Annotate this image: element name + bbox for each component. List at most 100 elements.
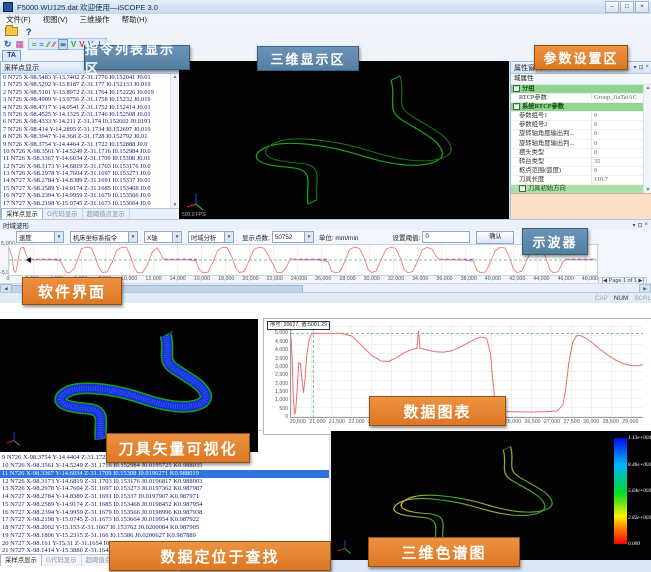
confirm-button[interactable]: 确认 xyxy=(476,231,514,244)
property-group-row[interactable]: −系统RTCP参数 xyxy=(511,103,644,112)
signal-blue-icon[interactable]: ≈ xyxy=(39,40,43,49)
palette-icon[interactable]: ▦ xyxy=(16,39,25,49)
menu-3d-ops[interactable]: 三维操作 xyxy=(80,14,110,25)
locate-list-row[interactable]: 14 N727 X-98.2784 Y-14.8389 Z-31.1691 I0… xyxy=(0,493,330,501)
points-count-select[interactable]: 50752▼ xyxy=(272,231,314,243)
sample-point-row[interactable]: 7 N726 X-98.414 Y-14.2895 Z-31.1734 I0.1… xyxy=(1,126,171,133)
property-value[interactable]: 0 xyxy=(592,140,644,148)
tab-0[interactable]: 采样点显示 xyxy=(0,554,42,566)
open-file-icon[interactable] xyxy=(5,27,18,36)
scope-cursor-icon[interactable] xyxy=(26,257,31,263)
hatch-red-icon[interactable]: ∕∕ xyxy=(53,40,56,49)
minimize-button[interactable]: – xyxy=(605,1,619,13)
property-row[interactable]: 参数组号20 xyxy=(511,121,644,130)
scroll-up-icon[interactable]: ▲ xyxy=(646,85,651,91)
property-row[interactable]: 枢点范围(弧度)0 xyxy=(511,167,644,176)
pin-icon[interactable]: ⊡ xyxy=(638,64,643,71)
view3d-main[interactable]: 500.0 FPS xyxy=(179,61,509,219)
locate-list-row[interactable]: 18 N727 X-98.2002 Y-15.153 Z-31.1667 I0.… xyxy=(0,524,330,532)
property-scrollbar[interactable]: ▲ ▼ xyxy=(643,85,651,193)
sample-list-scrollbar[interactable]: ▲ ▼ xyxy=(170,74,179,208)
sample-point-row[interactable]: 8 N726 X-98.3947 Y-14.368 Z-31.1728 I0.1… xyxy=(1,133,171,140)
locate-list-row[interactable]: 13 N726 X-98.2978 Y-14.7604 Z-31.1697 I0… xyxy=(0,485,330,493)
menu-help[interactable]: 帮助(H) xyxy=(122,14,147,25)
close-icon[interactable]: × xyxy=(644,222,648,229)
analysis-mode-select[interactable]: 时域分析▼ xyxy=(188,231,234,243)
property-row[interactable]: RTCP参数Group_JiaTaiAC xyxy=(511,94,644,103)
axis-tick-label: 2,000 xyxy=(275,381,288,387)
locate-list-row[interactable]: 12 N726 X-98.3173 Y-14.6819 Z-31.1703 I0… xyxy=(0,478,330,486)
scroll-down-icon[interactable]: ▼ xyxy=(173,202,178,208)
locate-list-row[interactable]: 15 N727 X-98.2589 Y-14.9174 Z-31.1685 I0… xyxy=(0,501,330,509)
axis-select[interactable]: X轴▼ xyxy=(144,231,182,243)
locate-list-row[interactable]: 10 N726 X-98.3561 Y-14.5249 Z-31.1716 I0… xyxy=(0,462,330,470)
scroll-down-icon[interactable]: ▼ xyxy=(646,187,651,193)
property-row[interactable]: 旋转轴角度输出判...0 xyxy=(511,140,644,149)
sample-point-row[interactable]: 11 N726 X-98.3367 Y-14.6034 Z-31.1709 I0… xyxy=(1,155,171,162)
locate-list-row[interactable]: 19 N727 X-98.1806 Y-15.2315 Z-31.166 I0.… xyxy=(0,532,330,540)
axis-tick-label: 18,000 xyxy=(218,276,234,282)
property-value[interactable]: 0 xyxy=(592,149,644,157)
toolpath-3d-wireframe xyxy=(179,61,509,219)
close-button[interactable]: × xyxy=(635,1,649,13)
app-icon xyxy=(3,2,13,12)
sample-point-row[interactable]: 16 N727 X-98.2394 Y-14.9959 Z-31.1679 I0… xyxy=(1,192,171,199)
sample-point-row[interactable]: 5 N726 X-98.4525 Y-14.1325 Z-31.1746 I0.… xyxy=(1,111,171,118)
expander-icon[interactable]: − xyxy=(513,103,520,110)
sample-point-row[interactable]: 13 N726 X-98.2978 Y-14.7604 Z-31.1697 I0… xyxy=(1,170,171,177)
property-value[interactable]: 0 xyxy=(592,121,644,129)
pin-icon[interactable]: ⊡ xyxy=(637,222,642,229)
property-row[interactable]: 参数组号10 xyxy=(511,112,644,121)
sample-point-row[interactable]: 1 N725 X-98.5292 Y-13.8187 Z-31.177 I0.1… xyxy=(1,81,171,88)
property-value[interactable]: 110.7 xyxy=(592,176,644,184)
tab-1[interactable]: G代码显示 xyxy=(42,555,82,566)
collapse-icon[interactable]: ▾ xyxy=(632,222,635,229)
sample-point-row[interactable]: 14 N727 X-98.2784 Y-14.8389 Z-31.1691 I0… xyxy=(1,177,171,184)
callout-command-list: 指令列表显示区 xyxy=(84,45,190,70)
signal-green-icon[interactable]: ≈ xyxy=(32,40,36,49)
sample-point-row[interactable]: 9 N726 X-98.3754 Y-14.4464 Z-31.1722 I0.… xyxy=(1,141,171,148)
refresh-icon[interactable]: ↻ xyxy=(4,39,12,49)
property-group-row[interactable]: −分组 xyxy=(511,85,644,94)
property-row[interactable]: 摆头类型0 xyxy=(511,149,644,158)
menu-file[interactable]: 文件(F) xyxy=(6,14,31,25)
vector-green-icon[interactable]: V xyxy=(71,40,76,49)
collapse-icon[interactable]: ▾ xyxy=(633,64,636,71)
hatch-green-icon[interactable]: ∕∕ xyxy=(47,40,50,49)
property-group-row[interactable]: −刀具初始方向 xyxy=(511,185,644,193)
locate-list-row[interactable]: 16 N727 X-98.2394 Y-14.9959 Z-31.1679 I0… xyxy=(0,509,330,517)
locate-list-row[interactable]: 17 N727 X-98.2198 Y-15.0745 Z-31.1673 I0… xyxy=(0,516,330,524)
help-icon[interactable]: ? xyxy=(26,27,32,37)
property-row[interactable]: 转台类型35 xyxy=(511,158,644,167)
scope-plot-area[interactable] xyxy=(8,244,598,276)
sample-point-row[interactable]: 10 N726 X-98.3561 Y-14.5249 Z-31.1716 I0… xyxy=(1,148,171,155)
property-name: 摆头类型 xyxy=(511,149,592,157)
channel-select[interactable]: 速度▼ xyxy=(16,231,64,243)
property-value[interactable]: Group_JiaTaiAC xyxy=(592,94,644,102)
sample-point-row[interactable]: 4 N726 X-98.4717 Y-14.0541 Z-31.1752 I0.… xyxy=(1,104,171,111)
sample-point-row[interactable]: 2 N725 X-98.5101 Y-13.8972 Z-31.1764 I0.… xyxy=(1,89,171,96)
property-value[interactable]: 35 xyxy=(592,158,644,166)
expander-icon[interactable]: − xyxy=(513,85,520,92)
axis-tick-label: 48,000 xyxy=(582,276,598,282)
axis-tick-label: 42,000 xyxy=(509,276,525,282)
property-row[interactable]: 刀具长度110.7 xyxy=(511,176,644,185)
threshold-input[interactable]: 0 xyxy=(422,231,470,243)
sample-point-row[interactable]: 6 N726 X-98.4333 Y-14.211 Z-31.174 I0.15… xyxy=(1,118,171,125)
coord-system-select[interactable]: 机床坐标系指令▼ xyxy=(70,231,138,243)
sample-point-row[interactable]: 18 N727 X-98.2003 Y-15.153 Z-31.1667 I0.… xyxy=(1,207,171,208)
sample-point-row[interactable]: 15 N727 X-98.2589 Y-14.9174 Z-31.1685 I0… xyxy=(1,185,171,192)
close-icon[interactable]: × xyxy=(645,64,649,71)
locate-list-row[interactable]: 11 N726 X-98.3367 Y-14.6034 Z-31.1709 I0… xyxy=(0,470,330,478)
expander-icon[interactable]: − xyxy=(519,185,526,192)
sample-point-row[interactable]: 12 N726 X-98.3173 Y-14.6819 Z-31.1703 I0… xyxy=(1,163,171,170)
maximize-button[interactable]: □ xyxy=(620,1,634,13)
property-value[interactable]: 0 xyxy=(592,130,644,138)
property-row[interactable]: 旋转轴角度输出判...0 xyxy=(511,130,644,139)
menu-view[interactable]: 视图(V) xyxy=(43,14,68,25)
sample-point-row[interactable]: 3 N726 X-98.4909 Y-13.9756 Z-31.1758 I0.… xyxy=(1,96,171,103)
sample-point-row[interactable]: 17 N727 X-98.2198 Y-15.0745 Z-31.1673 I0… xyxy=(1,200,171,207)
property-value[interactable]: 0 xyxy=(592,112,644,120)
infinity-icon[interactable]: ∞ xyxy=(58,39,68,50)
property-value[interactable]: 0 xyxy=(592,167,644,175)
